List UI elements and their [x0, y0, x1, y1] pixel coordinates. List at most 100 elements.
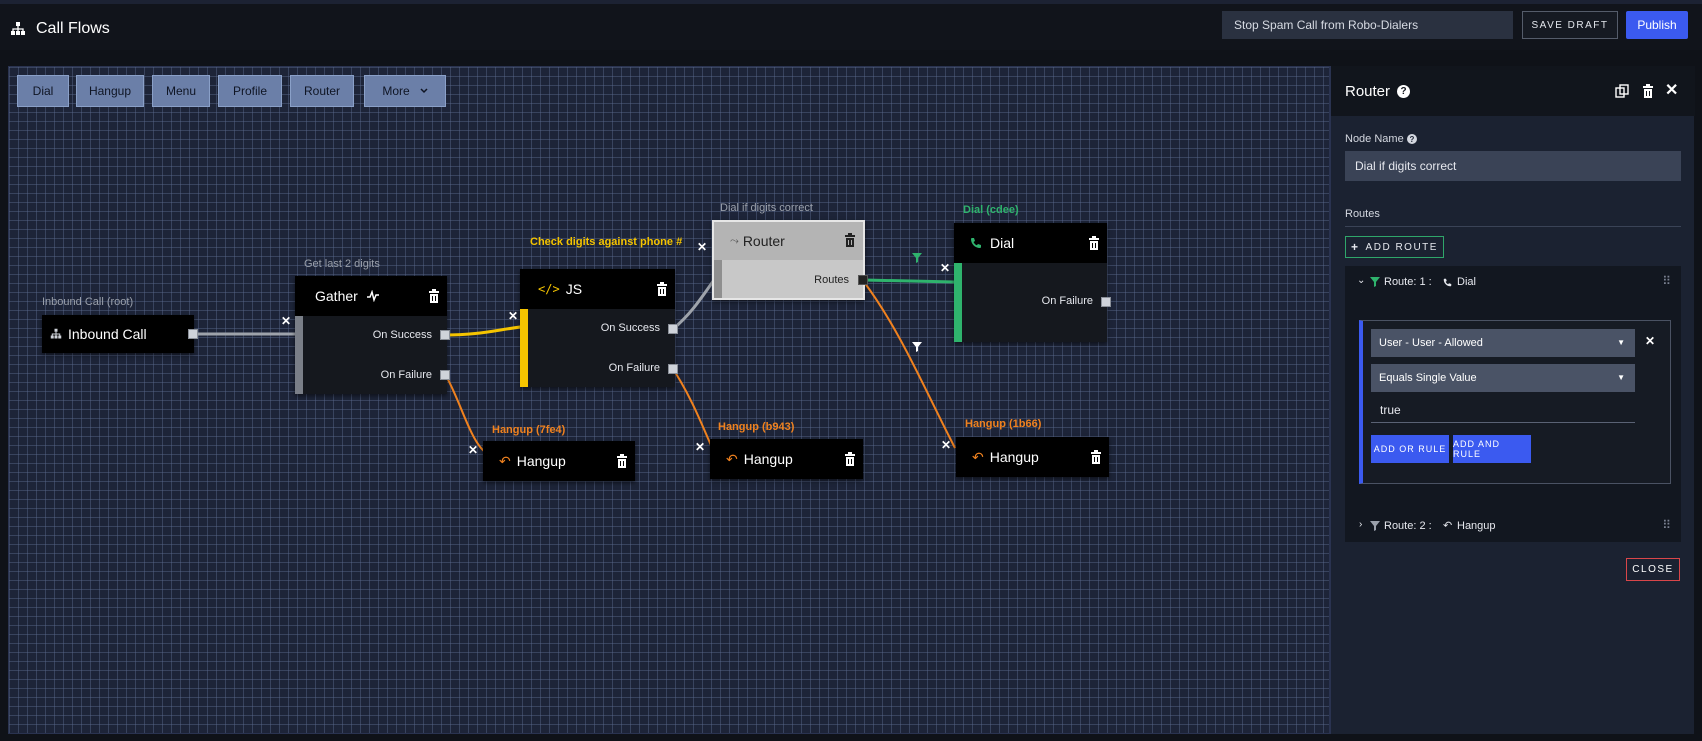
publish-button[interactable]: Publish — [1626, 11, 1688, 39]
trash-icon[interactable] — [1641, 84, 1655, 98]
sitemap-icon — [50, 328, 62, 339]
js-node-title: JS — [565, 281, 583, 297]
js-success-port[interactable] — [668, 324, 678, 334]
phone-icon — [971, 238, 981, 248]
trash-icon[interactable] — [844, 452, 856, 466]
close-panel-icon[interactable]: ✕ — [1665, 80, 1678, 100]
router-routes-port[interactable] — [858, 275, 868, 285]
close-button[interactable]: CLOSE — [1626, 558, 1680, 581]
add-and-rule-button[interactable]: ADD AND RULE — [1453, 435, 1531, 463]
rule-operator-select[interactable]: Equals Single Value ▼ — [1371, 364, 1635, 392]
js-failure-port[interactable] — [668, 364, 678, 374]
gather-node-label: Get last 2 digits — [304, 258, 380, 270]
router-icon: ⤳ — [730, 234, 739, 247]
rule-group: User - User - Allowed ▼ ✕ Equals Single … — [1359, 320, 1671, 484]
hangup1-node-label: Hangup (7fe4) — [492, 424, 566, 436]
dial-node-title: Dial — [990, 235, 1015, 251]
remove-rule-icon[interactable]: ✕ — [1645, 334, 1655, 348]
router-properties-panel: Router ? ✕ Node Name ? Dial if digits co… — [1330, 66, 1695, 734]
hangup2-node-title: Hangup — [743, 451, 793, 467]
rule-operator-value: Equals Single Value — [1379, 372, 1477, 384]
route-2-target: Hangup — [1457, 520, 1496, 532]
inbound-output-port[interactable] — [188, 329, 198, 339]
hangup3-node-label: Hangup (1b66) — [965, 418, 1042, 430]
remove-connection-icon[interactable]: ✕ — [281, 314, 291, 328]
dial-failure-port[interactable] — [1101, 297, 1111, 307]
wire-gather-hangup1 — [445, 375, 486, 453]
add-or-rule-button[interactable]: ADD OR RULE — [1371, 435, 1449, 463]
add-route-label: ADD ROUTE — [1365, 241, 1438, 253]
route-1-header[interactable]: ⌄ Route: 1 : Dial ⠿ — [1345, 266, 1681, 298]
node-name-input[interactable]: Dial if digits correct — [1345, 151, 1681, 181]
remove-connection-icon[interactable]: ✕ — [941, 438, 951, 452]
route-2-header[interactable]: › Route: 2 : ↶ Hangup ⠿ — [1345, 510, 1681, 542]
routes-label: Routes — [1345, 208, 1380, 220]
rule-value-input[interactable]: true — [1371, 397, 1635, 423]
chevron-down-icon: ⌄ — [1357, 275, 1366, 286]
hangup3-node[interactable]: ↶ Hangup — [956, 437, 1109, 477]
trash-icon[interactable] — [844, 233, 856, 247]
gather-node-title: Gather — [315, 288, 358, 304]
add-route-button[interactable]: + ADD ROUTE — [1345, 236, 1444, 258]
help-icon[interactable]: ? — [1407, 134, 1417, 144]
gather-node[interactable]: Gather On Success On Failure — [295, 276, 447, 394]
caret-down-icon: ▼ — [1617, 373, 1625, 382]
route-filter-icon — [912, 342, 922, 352]
wire-router-dial — [863, 278, 956, 284]
inbound-call-node[interactable]: Inbound Call — [42, 315, 194, 353]
chevron-right-icon: › — [1359, 519, 1363, 530]
remove-connection-icon[interactable]: ✕ — [940, 261, 950, 275]
plus-icon: + — [1351, 240, 1360, 254]
save-draft-button[interactable]: SAVE DRAFT — [1522, 11, 1618, 39]
inbound-node-title: Inbound Call — [68, 326, 147, 342]
trash-icon[interactable] — [428, 289, 440, 303]
filter-icon — [1370, 277, 1380, 287]
help-icon[interactable]: ? — [1397, 85, 1410, 98]
js-on-failure-label: On Failure — [608, 362, 660, 374]
gather-on-success-label: On Success — [372, 329, 432, 341]
hangup2-node[interactable]: ↶ Hangup — [710, 439, 863, 479]
wire-router-hangup3 — [863, 281, 956, 449]
js-node[interactable]: </> JS On Success On Failure — [520, 269, 675, 387]
gather-failure-port[interactable] — [440, 370, 450, 380]
remove-connection-icon[interactable]: ✕ — [508, 309, 518, 323]
js-on-success-label: On Success — [600, 322, 660, 334]
trash-icon[interactable] — [656, 282, 668, 296]
dial-node-label: Dial (cdee) — [963, 204, 1019, 216]
node-name-label: Node Name — [1345, 133, 1404, 145]
drag-handle-icon[interactable]: ⠿ — [1662, 274, 1671, 288]
hangup-icon: ↶ — [1443, 520, 1453, 532]
rule-field-select[interactable]: User - User - Allowed ▼ — [1371, 329, 1635, 357]
divider — [1345, 226, 1681, 227]
hangup-icon: ↶ — [499, 452, 511, 469]
hangup3-node-title: Hangup — [989, 449, 1039, 465]
hangup1-node[interactable]: ↶ Hangup — [483, 441, 635, 481]
js-node-label: Check digits against phone # — [530, 236, 683, 248]
router-node[interactable]: ⤳ Router Routes — [712, 220, 865, 300]
dial-node[interactable]: Dial On Failure — [954, 223, 1107, 342]
rule-field-value: User - User - Allowed — [1379, 337, 1483, 349]
wire-js-router — [672, 279, 716, 331]
route-2-label: Route: 2 : — [1384, 520, 1432, 532]
phone-icon — [1443, 278, 1452, 287]
hangup2-node-label: Hangup (b943) — [718, 421, 795, 433]
router-node-title: Router — [742, 233, 785, 249]
remove-connection-icon[interactable]: ✕ — [468, 443, 478, 457]
router-node-label: Dial if digits correct — [720, 202, 813, 214]
trash-icon[interactable] — [1090, 450, 1102, 464]
pulse-icon — [366, 290, 379, 302]
wire-gather-js — [444, 324, 529, 337]
route-1-target: Dial — [1457, 276, 1476, 288]
copy-icon[interactable] — [1615, 84, 1629, 98]
trash-icon[interactable] — [1088, 236, 1100, 250]
route-1-body: User - User - Allowed ▼ ✕ Equals Single … — [1345, 298, 1681, 532]
wire-js-hangup2 — [672, 368, 714, 451]
trash-icon[interactable] — [616, 454, 628, 468]
rule-value-text: true — [1380, 402, 1401, 417]
route-1-label: Route: 1 : — [1384, 276, 1432, 288]
drag-handle-icon[interactable]: ⠿ — [1662, 518, 1671, 532]
remove-connection-icon[interactable]: ✕ — [697, 240, 707, 254]
gather-success-port[interactable] — [440, 330, 450, 340]
remove-connection-icon[interactable]: ✕ — [695, 440, 705, 454]
route-filter-icon — [912, 253, 922, 263]
